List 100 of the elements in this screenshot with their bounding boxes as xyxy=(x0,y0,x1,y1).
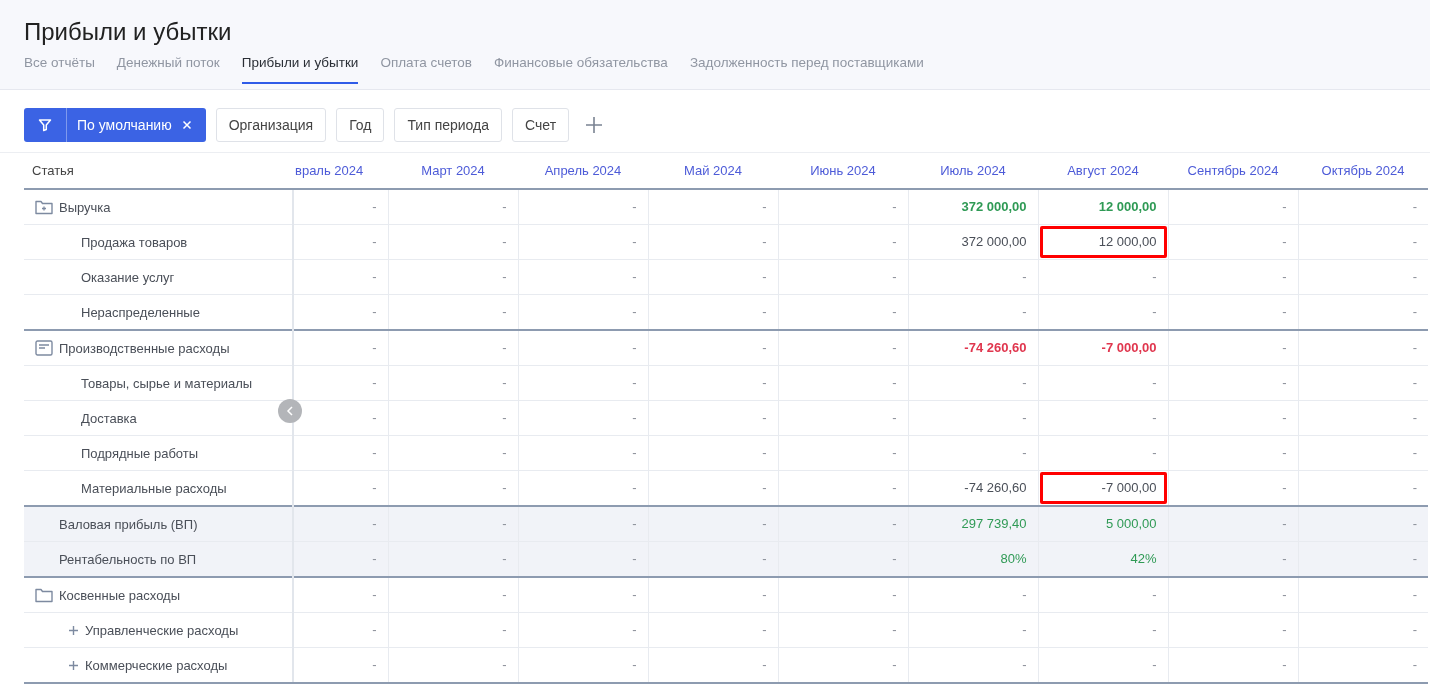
report-tab[interactable]: Прибыли и убытки xyxy=(241,55,359,84)
table-cell-text: - xyxy=(761,374,768,392)
month-header[interactable]: Сентябрь 2024 xyxy=(1187,163,1279,178)
month-header[interactable]: враль 2024 xyxy=(295,163,364,178)
table-cell-text: - xyxy=(631,621,638,639)
month-header[interactable]: Август 2024 xyxy=(1067,163,1139,178)
month-header[interactable]: Март 2024 xyxy=(421,163,485,178)
month-header[interactable]: Апрель 2024 xyxy=(544,163,622,178)
table-cell-text: - xyxy=(1411,374,1418,392)
document-icon xyxy=(35,340,53,356)
table-cell-text: - xyxy=(1021,621,1028,639)
table-cell-text: - xyxy=(1411,444,1418,462)
expand-icon[interactable] xyxy=(69,625,78,635)
table-cell-text: - xyxy=(891,339,898,357)
table-cell-text: - xyxy=(1151,374,1158,392)
table-cell-text: - xyxy=(1151,444,1158,462)
table-cell-text: - xyxy=(1151,586,1158,604)
filter-chip[interactable]: Тип периода xyxy=(394,108,503,142)
folder-icon xyxy=(35,587,53,603)
table-cell-text: - xyxy=(371,409,378,427)
table-cell-text: - xyxy=(501,621,508,639)
filter-chip[interactable]: Счет xyxy=(512,108,570,142)
table-cell-text: - xyxy=(631,268,638,286)
table-cell-text: - xyxy=(501,409,508,427)
month-header[interactable]: Май 2024 xyxy=(684,163,742,178)
table-cell-text: - xyxy=(1151,621,1158,639)
scroll-left-button[interactable] xyxy=(278,399,302,423)
add-icon[interactable] xyxy=(585,116,604,134)
row-label: Нераспределенные xyxy=(80,304,200,320)
table-cell-text: - xyxy=(891,409,898,427)
table-cell-text: - xyxy=(631,444,638,462)
table-cell-text: - xyxy=(371,550,378,568)
filter-chip[interactable]: Организация xyxy=(215,108,327,142)
row-label: Коммерческие расходы xyxy=(85,657,228,673)
row-label: Производственные расходы xyxy=(59,340,230,356)
table-cell-text: - xyxy=(761,550,768,568)
table-cell-text: - xyxy=(1281,550,1288,568)
table-cell-text: - xyxy=(501,374,508,392)
table-cell-text: - xyxy=(371,621,378,639)
table-cell-text: - xyxy=(1411,409,1418,427)
table-cell-text: - xyxy=(761,621,768,639)
table-cell-text: - xyxy=(631,479,638,497)
table-cell-text: - xyxy=(1281,303,1288,321)
table-cell-text: - xyxy=(371,374,378,392)
table-cell-text: 297 739,40 xyxy=(960,515,1028,533)
table-cell-text: - xyxy=(631,198,638,216)
table-cell-text: - xyxy=(1151,268,1158,286)
table-cell-text: - xyxy=(1151,303,1158,321)
table-cell-text: - xyxy=(891,444,898,462)
month-header[interactable]: Июнь 2024 xyxy=(810,163,876,178)
table-cell-text: - xyxy=(1281,444,1288,462)
table-cell-text: -74 260,60 xyxy=(963,339,1028,357)
table-cell-text: - xyxy=(1281,621,1288,639)
table-cell-text: - xyxy=(371,303,378,321)
table-cell: -7 000,00 xyxy=(1039,472,1167,504)
table-cell-text: - xyxy=(1411,268,1418,286)
table-cell-text: - xyxy=(1281,233,1288,251)
month-header[interactable]: Июль 2024 xyxy=(940,163,1006,178)
filter-icon xyxy=(38,118,52,132)
table-cell-text: - xyxy=(761,339,768,357)
table-cell-text: - xyxy=(1281,374,1288,392)
expand-icon[interactable] xyxy=(69,660,78,670)
table-cell-text: - xyxy=(501,198,508,216)
table-cell-text: - xyxy=(631,233,638,251)
page-title: Прибыли и убытки xyxy=(24,17,233,47)
table-cell-text: - xyxy=(1411,479,1418,497)
table-cell-text: - xyxy=(631,586,638,604)
table-cell-text: - xyxy=(761,515,768,533)
table-cell-text: - xyxy=(371,586,378,604)
table-cell-text: - xyxy=(1411,586,1418,604)
preset-filter-button[interactable]: По умолчанию xyxy=(24,108,206,142)
table-cell-text: - xyxy=(501,515,508,533)
table-cell-text: - xyxy=(1411,303,1418,321)
month-header[interactable]: Октябрь 2024 xyxy=(1321,163,1405,178)
table-cell-text: 80% xyxy=(999,550,1028,568)
table-cell-text: - xyxy=(631,515,638,533)
row-label: Выручка xyxy=(59,199,111,215)
table-cell-text: - xyxy=(371,479,378,497)
table-cell-text: - xyxy=(371,444,378,462)
table-cell-text: - xyxy=(1411,233,1418,251)
row-label: Косвенные расходы xyxy=(59,587,181,603)
table-cell-text: - xyxy=(891,586,898,604)
table-cell-text: - xyxy=(371,515,378,533)
close-icon[interactable] xyxy=(181,120,192,130)
table-cell-text: 372 000,00 xyxy=(960,233,1028,251)
table-cell-text: - xyxy=(1411,550,1418,568)
table-cell-text: - xyxy=(631,339,638,357)
table-cell-text: - xyxy=(1021,374,1028,392)
table-cell-text: - xyxy=(1021,444,1028,462)
table-cell-text: - xyxy=(761,233,768,251)
row-label: Товары, сырье и материалы xyxy=(80,375,253,391)
table-cell-text: - xyxy=(371,339,378,357)
table-cell-text: - xyxy=(1021,268,1028,286)
folder-plus-icon xyxy=(35,199,53,215)
table-cell-text: - xyxy=(761,479,768,497)
table-cell-text: - xyxy=(1281,656,1288,674)
table-cell-text: - xyxy=(891,621,898,639)
row-label: Рентабельность по ВП xyxy=(58,551,197,567)
row-label: Подрядные работы xyxy=(80,445,199,461)
filter-chip[interactable]: Год xyxy=(336,108,385,142)
